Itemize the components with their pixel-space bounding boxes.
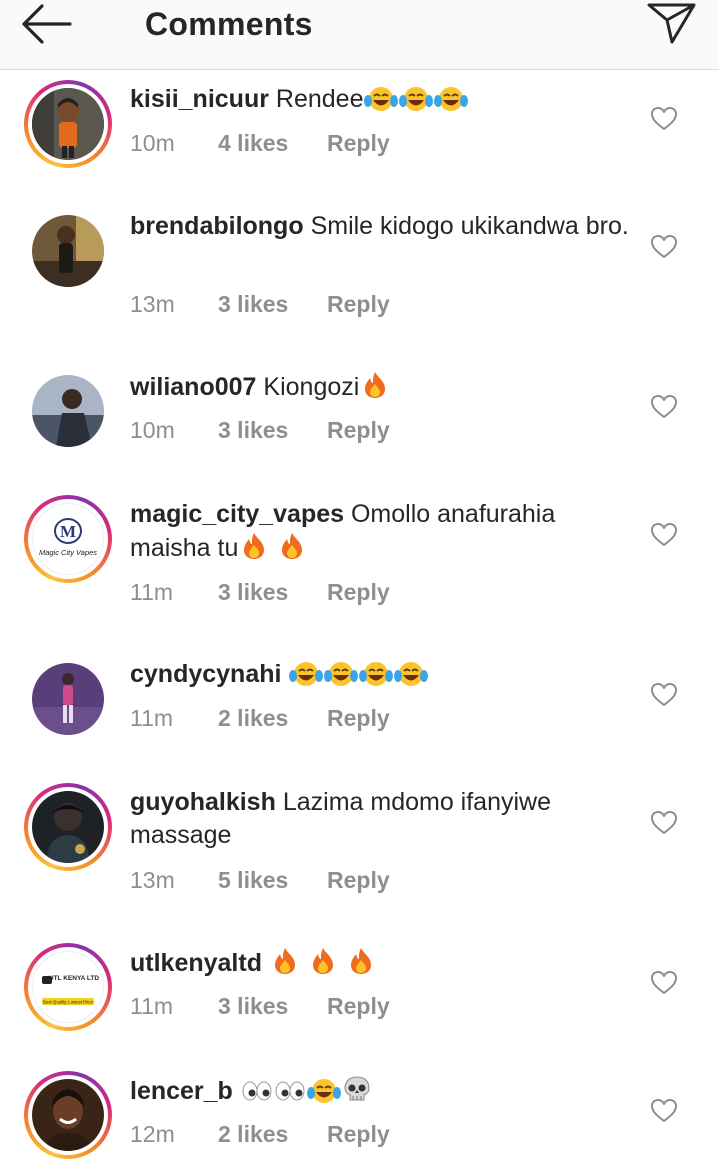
reply-button[interactable]: Reply xyxy=(327,579,390,606)
avatar[interactable]: M Magic City Vapes xyxy=(24,495,112,583)
back-button[interactable] xyxy=(18,2,78,46)
reply-button[interactable]: Reply xyxy=(327,993,390,1020)
logo-caption: Magic City Vapes xyxy=(39,548,97,557)
eyes-emoji xyxy=(241,1078,273,1113)
comment-time: 12m xyxy=(130,1121,175,1147)
top-bar: Comments xyxy=(0,0,719,70)
comment-username[interactable]: magic_city_vapes xyxy=(130,500,344,528)
laughing-tears-emoji xyxy=(394,659,429,696)
like-button[interactable] xyxy=(650,106,678,132)
heart-icon xyxy=(651,235,677,258)
avatar[interactable] xyxy=(24,207,112,295)
like-button[interactable] xyxy=(650,394,678,420)
comment-time: 13m xyxy=(130,867,175,893)
like-button[interactable] xyxy=(650,522,678,548)
avatar[interactable] xyxy=(24,1071,112,1159)
likes-count[interactable]: 2 likes xyxy=(218,705,288,732)
paper-plane-icon xyxy=(647,3,696,44)
likes-count[interactable]: 5 likes xyxy=(218,867,288,894)
heart-icon xyxy=(651,1099,677,1122)
comment-username[interactable]: wiliano007 xyxy=(130,373,256,401)
logo-letter: M xyxy=(60,522,76,541)
fire-emoji xyxy=(277,531,307,570)
likes-count[interactable]: 3 likes xyxy=(218,417,288,444)
comment-time: 11m xyxy=(130,705,174,731)
comment-time: 10m xyxy=(130,130,175,156)
reply-button[interactable]: Reply xyxy=(327,130,390,157)
heart-icon xyxy=(651,811,677,834)
heart-icon xyxy=(651,107,677,130)
comment-time: 10m xyxy=(130,417,175,443)
like-button[interactable] xyxy=(650,810,678,836)
logo-tagline: Best Quality, Lowest Price xyxy=(43,1000,93,1005)
laughing-tears-emoji xyxy=(364,84,399,121)
comment-username[interactable]: guyohalkish xyxy=(130,788,276,816)
share-button[interactable] xyxy=(644,0,700,46)
reply-button[interactable]: Reply xyxy=(327,417,390,444)
reply-button[interactable]: Reply xyxy=(327,705,390,732)
comment-username[interactable]: brendabilongo xyxy=(130,212,304,240)
avatar[interactable]: UTL KENYA LTD Best Quality, Lowest Price xyxy=(24,943,112,1031)
reply-button[interactable]: Reply xyxy=(327,291,390,318)
like-button[interactable] xyxy=(650,970,678,996)
avatar[interactable] xyxy=(24,655,112,743)
likes-count[interactable]: 2 likes xyxy=(218,1121,288,1148)
comment-text: Smile kidogo ukikandwa bro. xyxy=(310,212,629,240)
logo-name: UTL KENYA LTD xyxy=(49,975,100,982)
fire-emoji xyxy=(346,946,376,985)
page-title: Comments xyxy=(145,6,313,42)
laughing-tears-emoji xyxy=(289,659,324,696)
laughing-tears-emoji xyxy=(359,659,394,696)
eyes-emoji xyxy=(274,1078,306,1113)
likes-count[interactable]: 3 likes xyxy=(218,291,288,318)
fire-emoji xyxy=(239,531,269,570)
comment-username[interactable]: kisii_nicuur xyxy=(130,85,269,113)
fire-emoji xyxy=(270,946,300,985)
heart-icon xyxy=(651,971,677,994)
likes-count[interactable]: 3 likes xyxy=(218,993,288,1020)
skull-emoji xyxy=(342,1074,372,1113)
reply-button[interactable]: Reply xyxy=(327,1121,390,1148)
fire-emoji xyxy=(360,370,390,409)
likes-count[interactable]: 3 likes xyxy=(218,579,288,606)
laughing-tears-emoji xyxy=(306,1076,341,1113)
comment-text: Rendee xyxy=(275,85,364,113)
comment-username[interactable]: utlkenyaltd xyxy=(130,949,262,977)
laughing-tears-emoji xyxy=(324,659,359,696)
comment-username[interactable]: lencer_b xyxy=(130,1077,233,1105)
reply-button[interactable]: Reply xyxy=(327,867,390,894)
comment-time: 11m xyxy=(130,993,174,1019)
heart-icon xyxy=(651,683,677,706)
like-button[interactable] xyxy=(650,682,678,708)
fire-emoji xyxy=(308,946,338,985)
laughing-tears-emoji xyxy=(434,84,469,121)
laughing-tears-emoji xyxy=(399,84,434,121)
comment-username[interactable]: cyndycynahi xyxy=(130,660,281,688)
like-button[interactable] xyxy=(650,234,678,260)
comment-text: Kiongozi xyxy=(263,373,360,401)
avatar[interactable] xyxy=(24,367,112,455)
heart-icon xyxy=(651,395,677,418)
comment-time: 11m xyxy=(130,579,174,605)
heart-icon xyxy=(651,523,677,546)
like-button[interactable] xyxy=(650,1098,678,1124)
likes-count[interactable]: 4 likes xyxy=(218,130,288,157)
arrow-left-icon xyxy=(22,4,72,44)
avatar[interactable] xyxy=(24,783,112,871)
comment-time: 13m xyxy=(130,291,175,317)
avatar[interactable] xyxy=(24,80,112,168)
